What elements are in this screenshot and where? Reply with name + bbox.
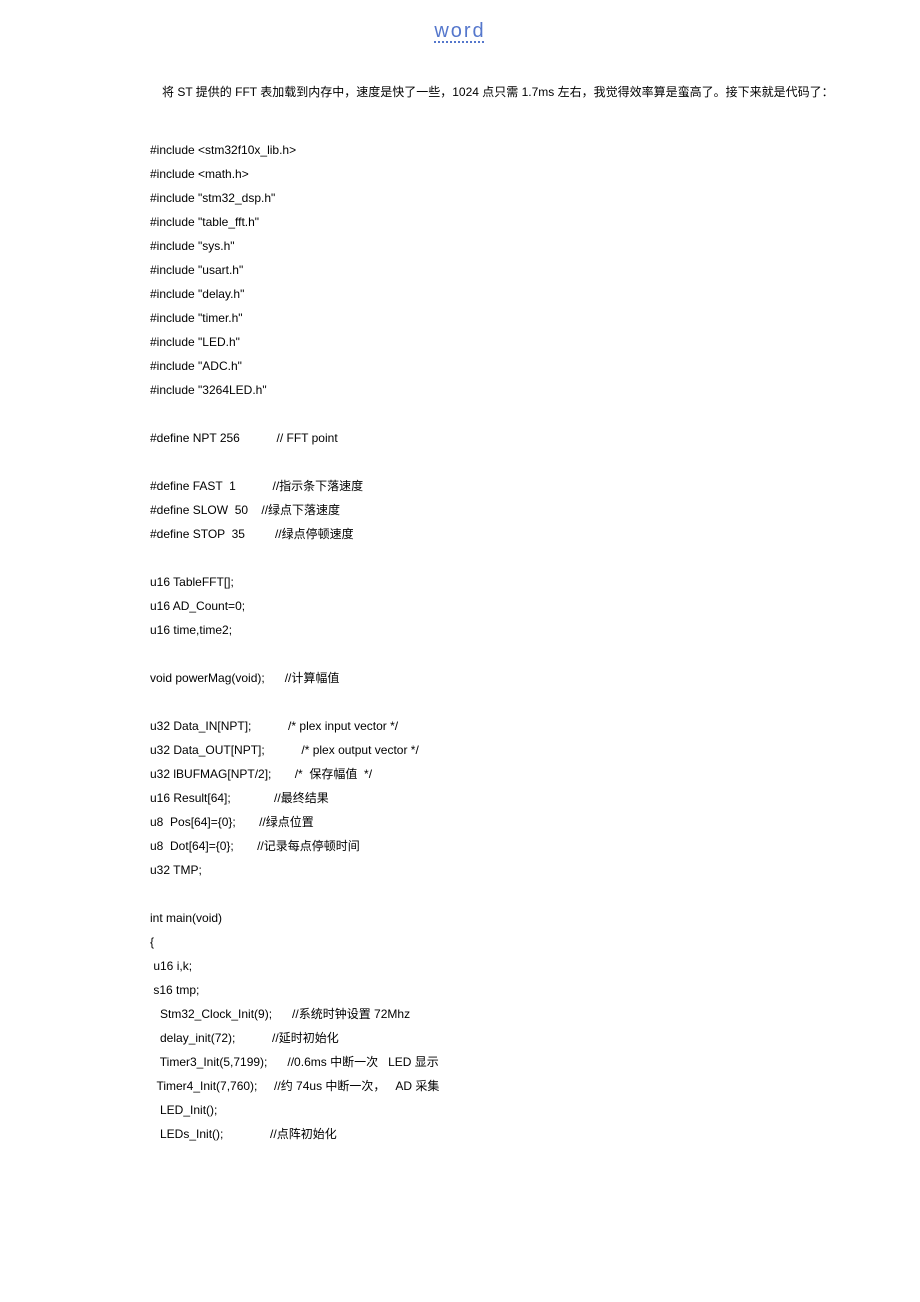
code-line: u32 Data_IN[NPT]; /* plex input vector *… [150, 714, 860, 738]
code-line: #include "sys.h" [150, 234, 860, 258]
code-block: #include <stm32f10x_lib.h>#include <math… [150, 138, 860, 1146]
code-line: u16 time,time2; [150, 618, 860, 642]
code-line: int main(void) [150, 906, 860, 930]
code-line: u16 TableFFT[]; [150, 570, 860, 594]
blank-line [150, 642, 860, 666]
code-line: #include "usart.h" [150, 258, 860, 282]
code-line: delay_init(72); //延时初始化 [150, 1026, 860, 1050]
code-line: u32 lBUFMAG[NPT/2]; /* 保存幅值 */ [150, 762, 860, 786]
code-line: s16 tmp; [150, 978, 860, 1002]
code-line: #define SLOW 50 //绿点下落速度 [150, 498, 860, 522]
code-line: #define STOP 35 //绿点停顿速度 [150, 522, 860, 546]
blank-line [150, 546, 860, 570]
code-line: #include "timer.h" [150, 306, 860, 330]
code-line: u32 TMP; [150, 858, 860, 882]
intro-paragraph: 将 ST 提供的 FFT 表加载到内存中，速度是快了一些，1024 点只需 1.… [150, 83, 860, 102]
code-line: u32 Data_OUT[NPT]; /* plex output vector… [150, 738, 860, 762]
code-line: u8 Pos[64]={0}; //绿点位置 [150, 810, 860, 834]
code-line: LED_Init(); [150, 1098, 860, 1122]
page-title: word [0, 20, 920, 43]
code-line: LEDs_Init(); //点阵初始化 [150, 1122, 860, 1146]
code-line: u8 Dot[64]={0}; //记录每点停顿时间 [150, 834, 860, 858]
code-line: u16 Result[64]; //最终结果 [150, 786, 860, 810]
code-line: #include <stm32f10x_lib.h> [150, 138, 860, 162]
code-line: #define FAST 1 //指示条下落速度 [150, 474, 860, 498]
code-line: #include "table_fft.h" [150, 210, 860, 234]
document-content: 将 ST 提供的 FFT 表加载到内存中，速度是快了一些，1024 点只需 1.… [0, 83, 920, 1146]
code-line: #include "ADC.h" [150, 354, 860, 378]
code-line: #include <math.h> [150, 162, 860, 186]
code-line: { [150, 930, 860, 954]
code-line: #include "delay.h" [150, 282, 860, 306]
code-line: Timer3_Init(5,7199); //0.6ms 中断一次 LED 显示 [150, 1050, 860, 1074]
code-line: Stm32_Clock_Init(9); //系统时钟设置 72Mhz [150, 1002, 860, 1026]
code-line: u16 i,k; [150, 954, 860, 978]
code-line: #include "LED.h" [150, 330, 860, 354]
code-line: #include "3264LED.h" [150, 378, 860, 402]
blank-line [150, 450, 860, 474]
code-line: u16 AD_Count=0; [150, 594, 860, 618]
code-line: #include "stm32_dsp.h" [150, 186, 860, 210]
blank-line [150, 690, 860, 714]
blank-line [150, 882, 860, 906]
code-line: void powerMag(void); //计算幅值 [150, 666, 860, 690]
blank-line [150, 402, 860, 426]
code-line: Timer4_Init(7,760); //约 74us 中断一次， AD 采集 [150, 1074, 860, 1098]
code-line: #define NPT 256 // FFT point [150, 426, 860, 450]
